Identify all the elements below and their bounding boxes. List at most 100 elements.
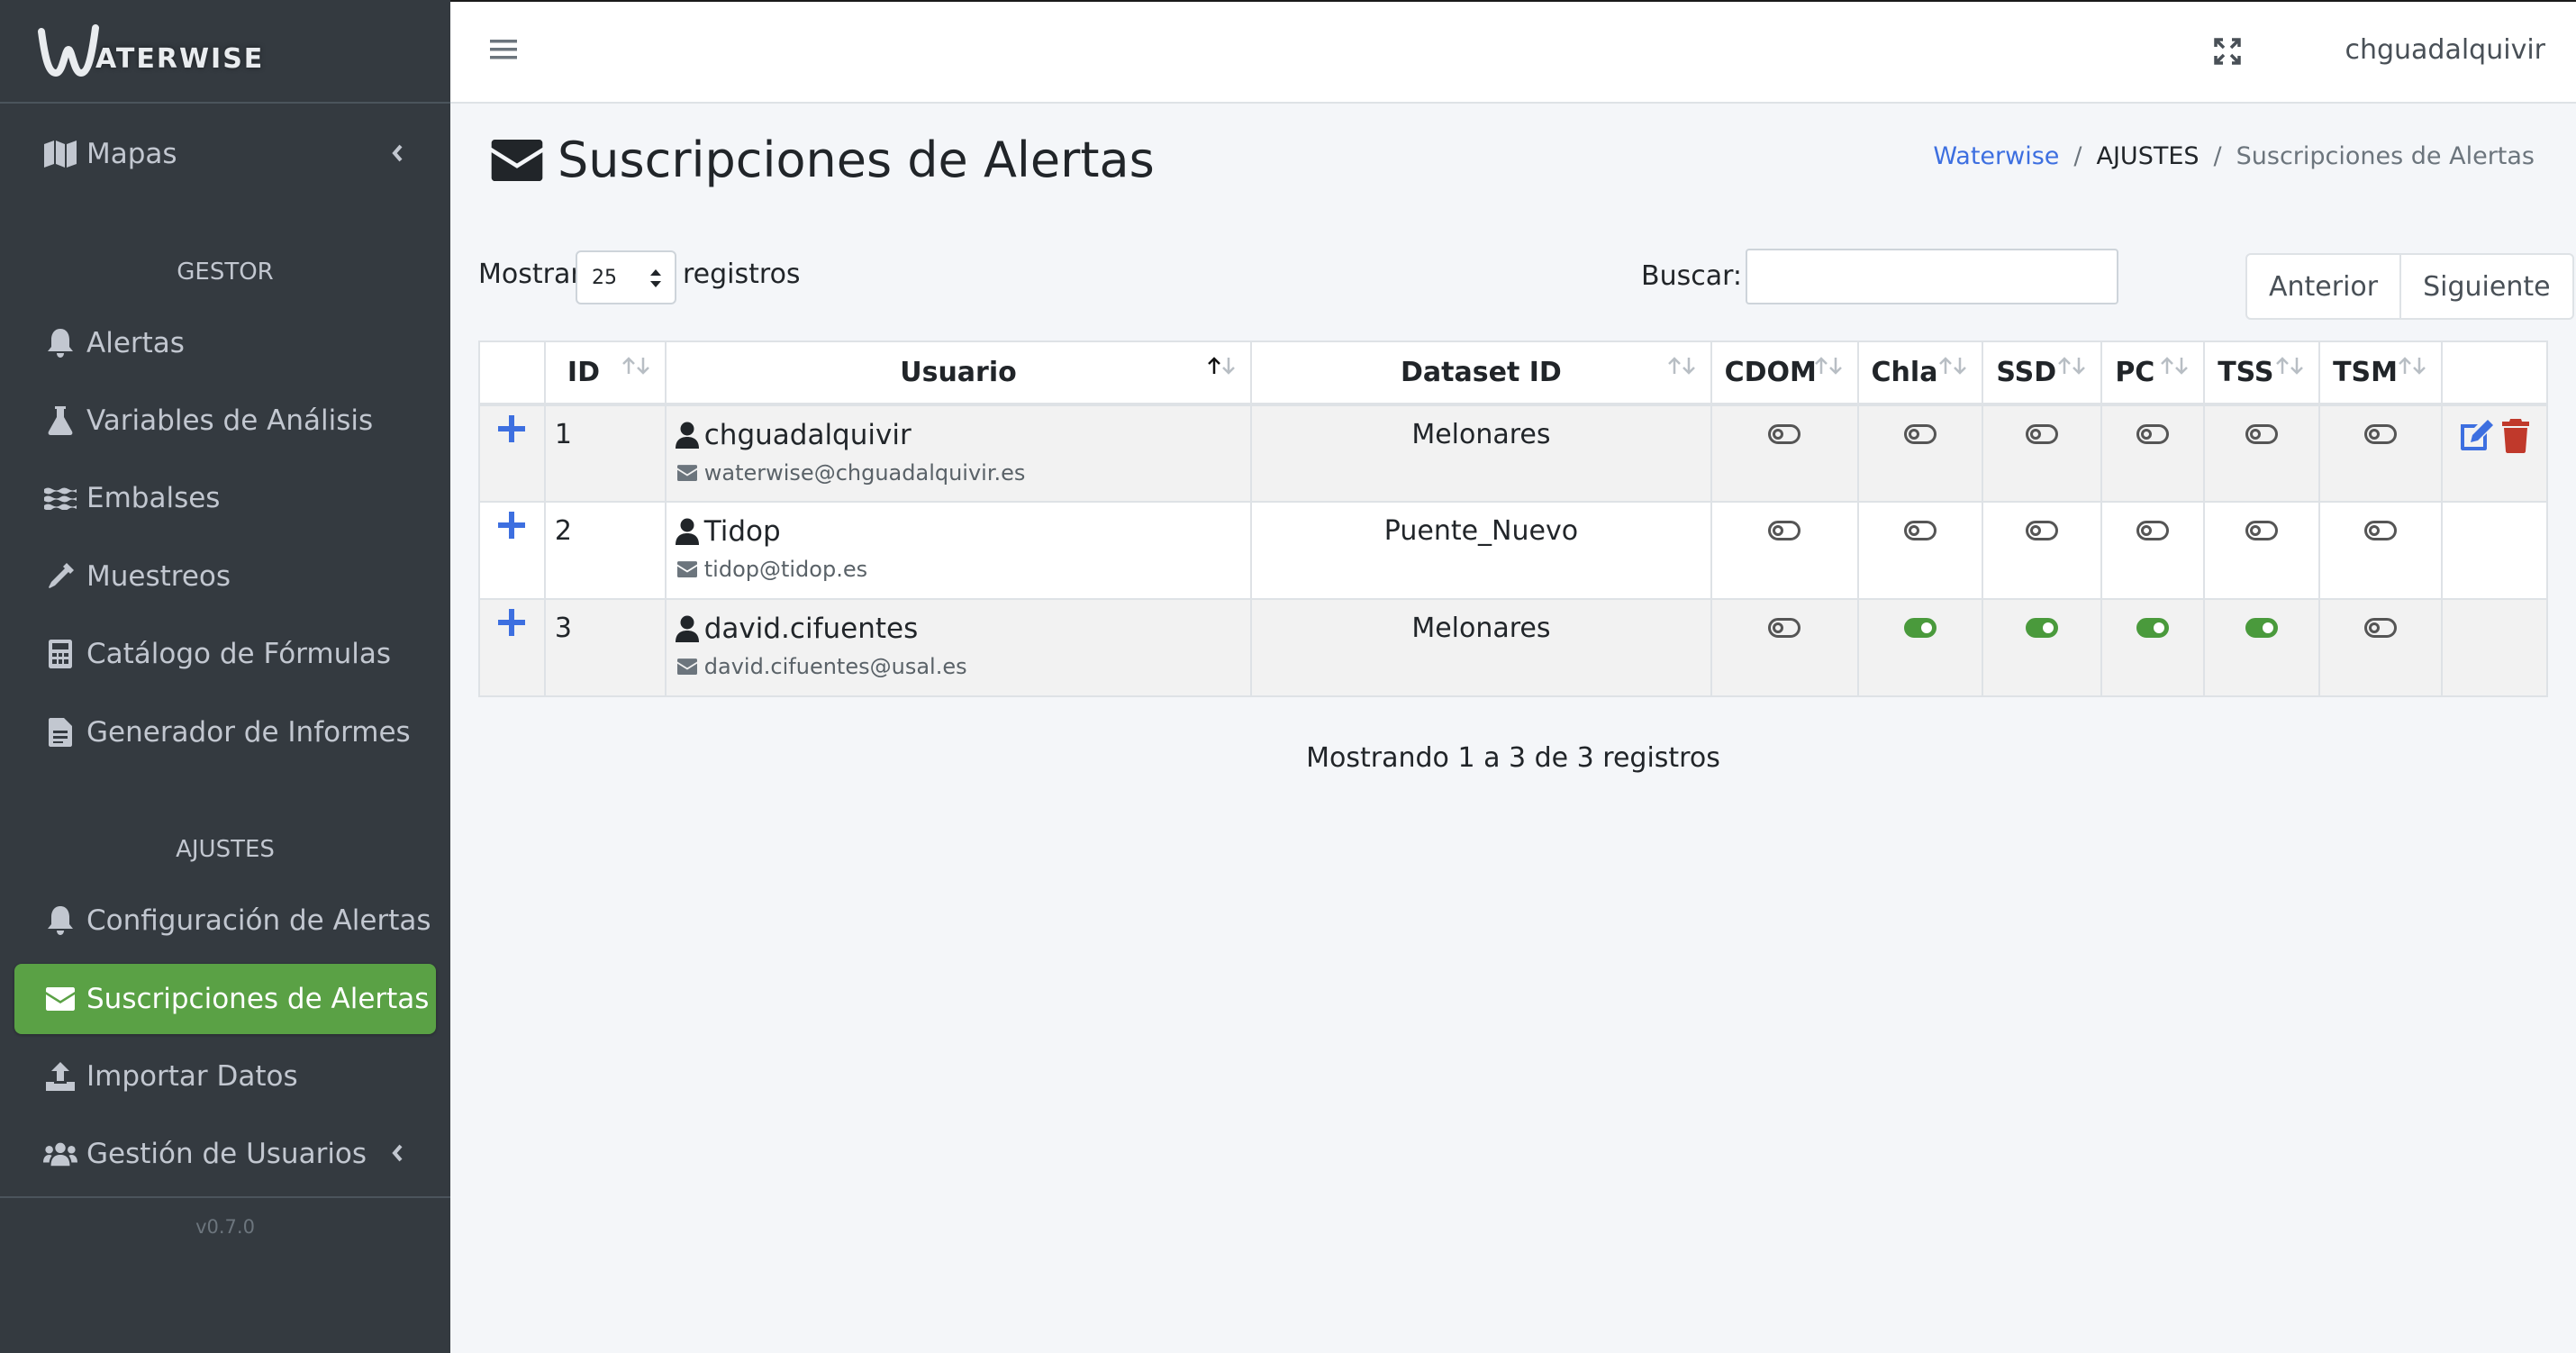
flask-icon (43, 404, 77, 438)
cell-actions (2440, 598, 2549, 697)
cell-id: 3 (543, 598, 667, 697)
column-header-tsm[interactable]: TSM (2318, 341, 2443, 405)
cell-id: 1 (543, 404, 667, 503)
logo-w-icon (38, 23, 99, 77)
sidebar-item-config-alertas[interactable]: Configuración de Alertas (14, 885, 436, 956)
column-header-id[interactable]: ID (543, 341, 667, 405)
column-header-dataset[interactable]: Dataset ID (1250, 341, 1712, 405)
toggle-off-icon[interactable] (2026, 424, 2059, 444)
toggle-on-icon[interactable] (2026, 618, 2059, 638)
cell-dataset: Melonares (1250, 598, 1712, 697)
fullscreen-icon[interactable] (2214, 38, 2241, 68)
toggle-on-icon[interactable] (1903, 618, 1937, 638)
menu-toggle-icon[interactable] (490, 38, 517, 65)
sort-icon (2160, 351, 2191, 383)
user-menu[interactable]: chguadalquivir (2345, 34, 2545, 66)
bell-icon (43, 904, 77, 938)
column-header-tss[interactable]: TSS (2203, 341, 2321, 405)
upload-icon (43, 1059, 77, 1094)
sidebar-item-usuarios[interactable]: Gestión de Usuarios (14, 1119, 436, 1189)
sidebar-item-variables[interactable]: Variables de Análisis (14, 386, 436, 456)
page-size-select[interactable]: 25 (576, 250, 676, 304)
edit-button[interactable] (2458, 419, 2494, 460)
table-row: 3 david.cifuentes david.cifuentes@usal.es M… (478, 598, 2549, 697)
toggle-off-icon[interactable] (2245, 424, 2279, 444)
sidebar-item-label: Catálogo de Fórmulas (86, 638, 391, 670)
bell-icon (43, 326, 77, 360)
toggle-off-icon[interactable] (1768, 424, 1801, 444)
sidebar-item-muestreos[interactable]: Muestreos (14, 541, 436, 612)
toggle-off-icon[interactable] (2364, 618, 2398, 638)
sort-ascending-icon (1207, 351, 1238, 383)
sidebar-item-informes[interactable]: Generador de Informes (14, 697, 436, 767)
breadcrumb-home-link[interactable]: Waterwise (1933, 142, 2059, 170)
cell-ssd (1982, 598, 2103, 697)
column-header-ssd[interactable]: SSD (1982, 341, 2103, 405)
sidebar-item-label: Muestreos (86, 560, 231, 593)
sidebar-item-label: Generador de Informes (86, 716, 411, 749)
previous-page-button[interactable]: Anterior (2247, 255, 2399, 318)
plus-icon (498, 609, 526, 636)
cell-pc (2100, 404, 2206, 503)
sidebar-divider (0, 1196, 450, 1198)
cell-actions (2440, 501, 2549, 600)
sidebar-item-mapas[interactable]: Mapas (14, 119, 436, 189)
logo-text: ATERWISE (95, 42, 265, 75)
cell-usuario: Tidop tidop@tidop.es (664, 501, 1253, 600)
cell-ssd (1982, 501, 2103, 600)
search-input[interactable] (1746, 249, 2118, 304)
page-title: Suscripciones de Alertas (491, 132, 1155, 188)
cell-chla (1856, 404, 1984, 503)
users-icon (43, 1137, 77, 1171)
next-page-button[interactable]: Siguiente (2399, 255, 2571, 318)
brand[interactable]: ATERWISE (0, 0, 450, 104)
toggle-off-icon[interactable] (2364, 424, 2398, 444)
toggle-off-icon[interactable] (2245, 521, 2279, 540)
column-header-pc[interactable]: PC (2100, 341, 2206, 405)
pagination: Anterior Siguiente (2245, 253, 2574, 320)
cell-pc (2100, 598, 2206, 697)
sidebar-item-alertas[interactable]: Alertas (14, 308, 436, 378)
sidebar-item-importar[interactable]: Importar Datos (14, 1041, 436, 1112)
toggle-off-icon[interactable] (2364, 521, 2398, 540)
delete-button[interactable] (2501, 419, 2530, 460)
sidebar-item-suscripciones[interactable]: Suscripciones de Alertas (14, 964, 436, 1034)
sidebar-item-label: Mapas (86, 138, 177, 170)
cell-cdom (1710, 404, 1859, 503)
toggle-off-icon[interactable] (1768, 521, 1801, 540)
expand-row-button[interactable] (478, 404, 546, 503)
calculator-icon (43, 637, 77, 671)
cell-tsm (2318, 598, 2443, 697)
envelope-icon (676, 465, 697, 481)
breadcrumb: Waterwise / AJUSTES / Suscripciones de A… (1933, 142, 2535, 170)
expand-row-button[interactable] (478, 598, 546, 697)
envelope-icon (676, 658, 697, 675)
expand-row-button[interactable] (478, 501, 546, 600)
subscriptions-table: ID Usuario Dataset ID CDOM Chla SSD PC T… (478, 341, 2549, 697)
toggle-off-icon[interactable] (2136, 521, 2170, 540)
toggle-on-icon[interactable] (2245, 618, 2279, 638)
toggle-off-icon[interactable] (2136, 424, 2170, 444)
sort-icon (1814, 351, 1845, 383)
toggle-on-icon[interactable] (2136, 618, 2170, 638)
cell-ssd (1982, 404, 2103, 503)
column-header-chla[interactable]: Chla (1856, 341, 1984, 405)
cell-cdom (1710, 501, 1859, 600)
toggle-off-icon[interactable] (1903, 424, 1937, 444)
column-header-cdom[interactable]: CDOM (1710, 341, 1859, 405)
water-icon (43, 481, 77, 515)
toggle-off-icon[interactable] (1903, 521, 1937, 540)
sidebar-item-embalses[interactable]: Embalses (14, 463, 436, 533)
envelope-icon (491, 139, 543, 181)
page-title-text: Suscripciones de Alertas (558, 132, 1155, 188)
toggle-off-icon[interactable] (2026, 521, 2059, 540)
breadcrumb-current: Suscripciones de Alertas (2236, 142, 2535, 170)
column-header-usuario[interactable]: Usuario (664, 341, 1253, 405)
sidebar-item-catalogo[interactable]: Catálogo de Fórmulas (14, 619, 436, 689)
topbar: chguadalquivir (450, 0, 2576, 104)
toggle-off-icon[interactable] (1768, 618, 1801, 638)
chevron-left-icon (391, 138, 404, 170)
cell-tss (2203, 404, 2321, 503)
sidebar-item-label: Gestión de Usuarios (86, 1138, 367, 1170)
page-size-value: 25 (592, 266, 617, 289)
